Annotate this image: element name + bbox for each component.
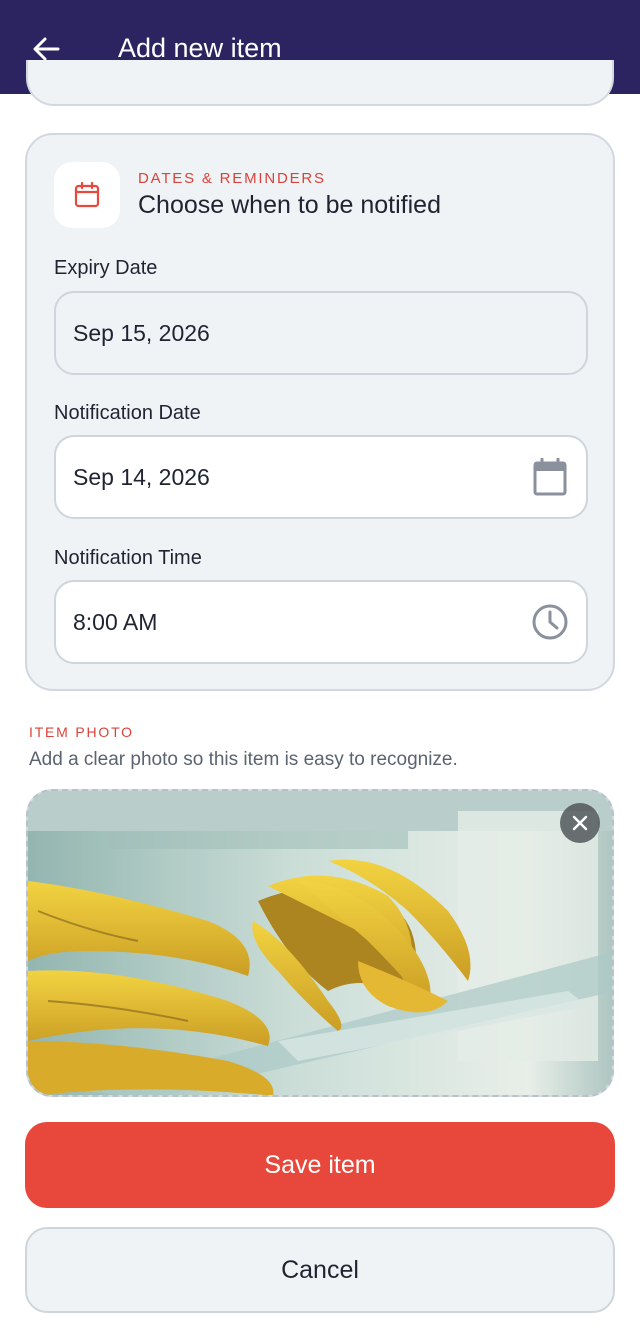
expiry-date-label: Expiry Date	[54, 257, 158, 279]
notification-date-label: Notification Date	[54, 402, 201, 424]
item-photo[interactable]	[26, 789, 614, 1097]
notification-time-label: Notification Time	[54, 547, 202, 569]
remove-photo-button[interactable]	[560, 803, 600, 843]
expiry-date-value: Sep 15, 2026	[73, 319, 210, 346]
calendar-icon[interactable]	[530, 457, 570, 497]
notification-time-value: 8:00 AM	[73, 608, 158, 635]
photo-kicker: ITEM PHOTO	[29, 724, 134, 740]
reminders-heading: Choose when to be notified	[138, 191, 441, 219]
notification-time-field[interactable]: 8:00 AM	[54, 580, 588, 664]
previous-card-edge	[26, 60, 614, 106]
notification-date-field[interactable]: Sep 14, 2026	[54, 435, 588, 519]
notification-date-value: Sep 14, 2026	[73, 463, 210, 490]
reminders-card: DATES & REMINDERS Choose when to be noti…	[25, 133, 615, 691]
reminders-kicker: DATES & REMINDERS	[138, 170, 326, 187]
close-icon	[572, 815, 588, 831]
calendar-icon	[74, 181, 100, 208]
expiry-date-field[interactable]: Sep 15, 2026	[54, 291, 588, 375]
cancel-button[interactable]: Cancel	[25, 1227, 615, 1313]
save-item-button[interactable]: Save item	[25, 1122, 615, 1208]
clock-icon[interactable]	[530, 602, 570, 642]
reminders-icon-box	[54, 162, 120, 228]
photo-hint: Add a clear photo so this item is easy t…	[29, 749, 458, 770]
